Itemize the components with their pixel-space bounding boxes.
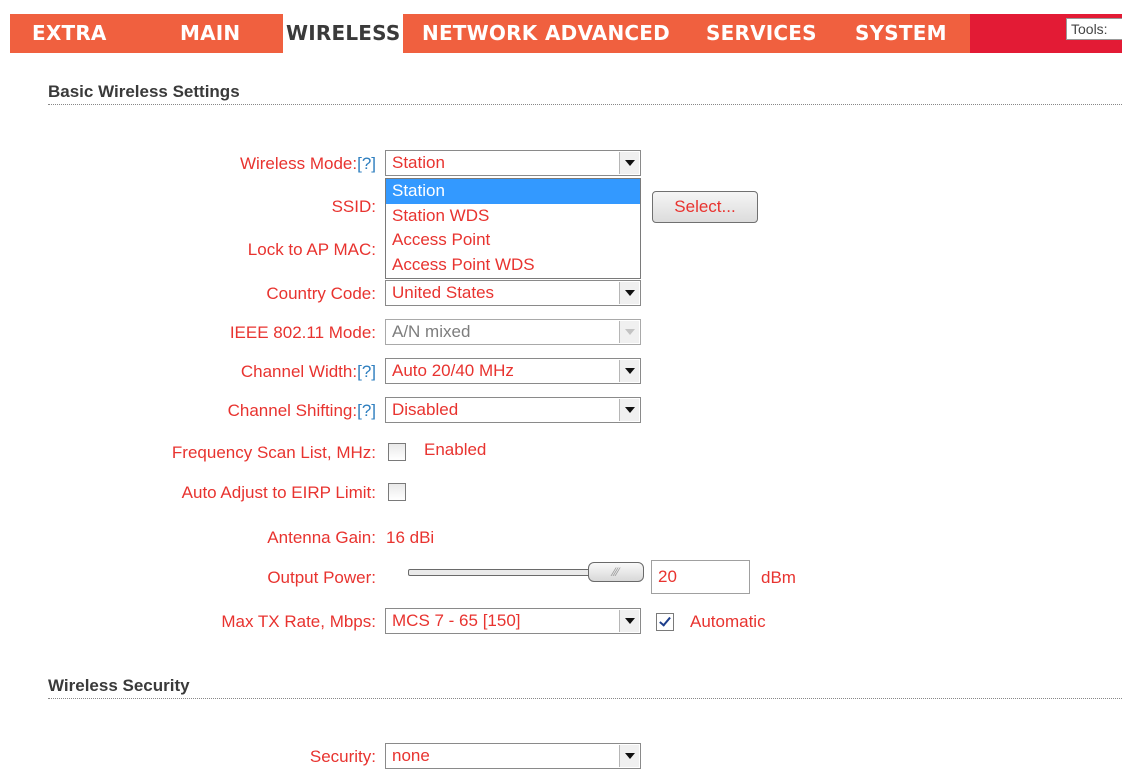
chevron-down-icon[interactable] <box>619 152 639 174</box>
channel-shifting-label-text: Channel Shifting: <box>227 401 358 420</box>
chevron-down-icon[interactable] <box>619 610 639 632</box>
auto-adjust-eirp-checkbox[interactable] <box>388 483 406 501</box>
security-select[interactable]: none <box>385 743 641 769</box>
max-tx-rate-select[interactable]: MCS 7 - 65 [150] <box>385 608 641 634</box>
channel-shifting-value: Disabled <box>392 400 459 419</box>
frequency-scan-checkbox[interactable] <box>388 443 406 461</box>
dropdown-option-station[interactable]: Station <box>386 179 640 204</box>
frequency-scan-label: Frequency Scan List, MHz: <box>171 443 376 462</box>
channel-width-help-link[interactable]: [?] <box>357 362 376 381</box>
section-title-wireless-security: Wireless Security <box>48 676 190 695</box>
section-divider <box>48 104 1122 105</box>
dropdown-option-access-point-wds[interactable]: Access Point WDS <box>386 253 640 278</box>
channel-width-label-text: Channel Width: <box>240 362 358 381</box>
chevron-down-icon[interactable] <box>619 282 639 304</box>
wireless-mode-label: Wireless Mode:[?] <box>240 154 376 174</box>
ssid-label: SSID: <box>331 197 376 216</box>
tab-wireless[interactable]: WIRELESS <box>283 14 404 53</box>
wireless-mode-select[interactable]: Station <box>385 150 641 176</box>
max-tx-rate-automatic-label: Automatic <box>690 612 766 631</box>
chevron-down-icon[interactable] <box>619 745 639 767</box>
tab-network[interactable]: NETWORK <box>422 14 537 53</box>
ieee-mode-select: A/N mixed <box>385 319 641 345</box>
tools-select[interactable]: Tools: <box>1066 18 1122 40</box>
chevron-down-icon[interactable] <box>619 399 639 421</box>
dropdown-option-access-point[interactable]: Access Point <box>386 228 640 253</box>
lock-ap-mac-label: Lock to AP MAC: <box>247 240 376 259</box>
tab-system[interactable]: SYSTEM <box>855 14 947 53</box>
security-value: none <box>392 746 430 765</box>
max-tx-rate-label: Max TX Rate, Mbps: <box>221 612 376 631</box>
channel-width-select[interactable]: Auto 20/40 MHz <box>385 358 641 384</box>
top-navigation-bar: EXTRA MAIN WIRELESS NETWORK ADVANCED SER… <box>0 0 1122 53</box>
wireless-mode-value: Station <box>392 153 445 172</box>
max-tx-rate-value: MCS 7 - 65 [150] <box>392 611 521 630</box>
output-power-label: Output Power: <box>267 568 376 587</box>
tab-main[interactable]: MAIN <box>180 14 240 53</box>
wireless-mode-help-link[interactable]: [?] <box>357 154 376 173</box>
channel-shifting-label: Channel Shifting:[?] <box>228 401 376 421</box>
section-title-basic-wireless: Basic Wireless Settings <box>48 82 240 101</box>
security-label: Security: <box>309 747 376 766</box>
ieee-mode-label: IEEE 802.11 Mode: <box>229 323 376 342</box>
ieee-mode-value: A/N mixed <box>392 322 471 341</box>
tab-extra[interactable]: EXTRA <box>32 14 107 53</box>
country-code-label: Country Code: <box>266 284 376 303</box>
country-code-value: United States <box>392 283 495 302</box>
channel-width-value: Auto 20/40 MHz <box>392 361 514 380</box>
frequency-scan-enabled-label: Enabled <box>424 440 487 459</box>
antenna-gain-label: Antenna Gain: <box>267 528 376 547</box>
output-power-slider-track[interactable] <box>408 569 616 576</box>
ssid-select-button[interactable]: Select... <box>652 191 758 223</box>
tab-advanced[interactable]: ADVANCED <box>545 14 670 53</box>
chevron-down-icon[interactable] <box>619 360 639 382</box>
channel-shifting-help-link[interactable]: [?] <box>357 401 376 420</box>
section-divider <box>48 698 1122 699</box>
max-tx-rate-automatic-checkbox[interactable] <box>656 613 674 631</box>
channel-shifting-select[interactable]: Disabled <box>385 397 641 423</box>
dropdown-option-station-wds[interactable]: Station WDS <box>386 204 640 229</box>
wireless-mode-dropdown-list[interactable]: Station Station WDS Access Point Access … <box>385 178 641 279</box>
output-power-unit: dBm <box>761 568 796 587</box>
auto-adjust-eirp-label: Auto Adjust to EIRP Limit: <box>181 483 376 502</box>
output-power-slider-handle[interactable]: ⁄⁄⁄ <box>588 562 644 582</box>
chevron-down-icon <box>619 321 639 343</box>
channel-width-label: Channel Width:[?] <box>241 362 376 382</box>
wireless-mode-label-text: Wireless Mode: <box>239 154 358 173</box>
antenna-gain-value: 16 dBi <box>386 528 435 547</box>
output-power-input[interactable]: 20 <box>651 560 750 594</box>
tab-services[interactable]: SERVICES <box>706 14 817 53</box>
country-code-select[interactable]: United States <box>385 280 641 306</box>
